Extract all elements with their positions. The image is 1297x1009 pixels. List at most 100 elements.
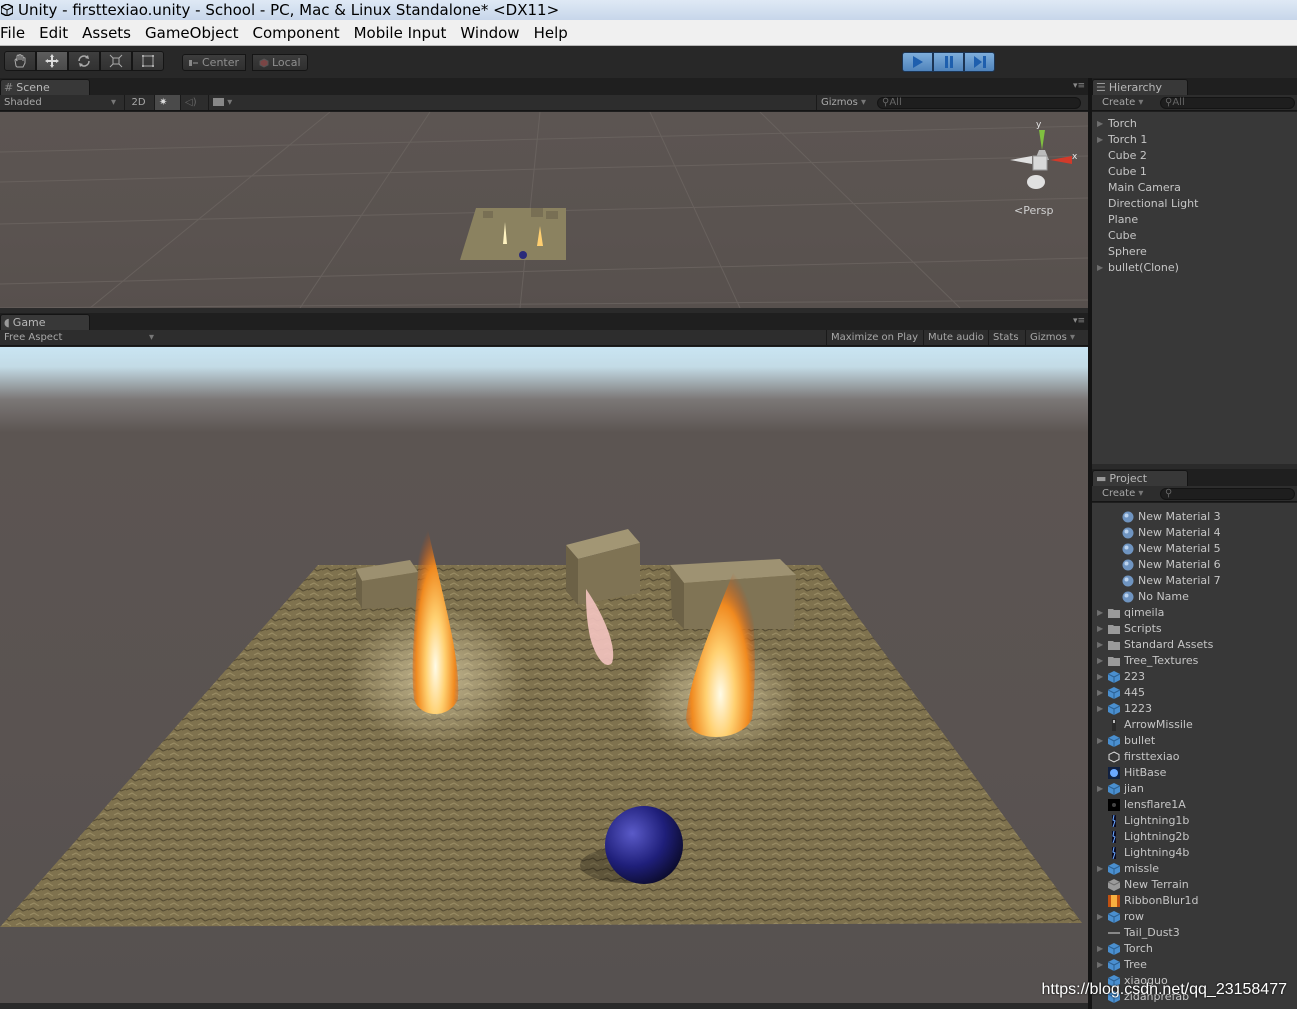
project-item[interactable]: New Material 6 (1092, 557, 1297, 573)
menu-help[interactable]: Help (527, 20, 575, 46)
project-item[interactable]: Lightning2b (1092, 829, 1297, 845)
scene-lighting-toggle[interactable]: ✷ (154, 95, 180, 110)
hierarchy-search-input[interactable]: ⚲All (1160, 97, 1295, 109)
hierarchy-item[interactable]: Directional Light (1092, 196, 1297, 212)
mode-2d-toggle[interactable]: 2D (124, 95, 152, 110)
project-item[interactable]: RibbonBlur1d (1092, 893, 1297, 909)
expand-arrow-icon[interactable]: ▶ (1097, 116, 1103, 132)
project-item[interactable]: No Name (1092, 589, 1297, 605)
panel-divider[interactable] (0, 308, 1088, 313)
hierarchy-item[interactable]: Sphere (1092, 244, 1297, 260)
tab-scene[interactable]: # Scene (0, 79, 90, 95)
project-search-input[interactable]: ⚲ (1160, 488, 1295, 500)
menu-file[interactable]: File (0, 20, 32, 46)
shading-mode-dropdown[interactable]: Shaded ▾ (0, 95, 120, 110)
scene-audio-toggle[interactable]: ◁) (180, 95, 208, 110)
project-item[interactable]: ▶ qimeila (1092, 605, 1297, 621)
expand-arrow-icon[interactable]: ▶ (1097, 669, 1103, 685)
project-item[interactable]: Tail_Dust3 (1092, 925, 1297, 941)
aspect-dropdown[interactable]: Free Aspect ▾ (0, 330, 158, 345)
panel-menu-icon[interactable]: ▾≡ (1073, 81, 1085, 91)
tab-game[interactable]: ◖ Game (0, 314, 90, 330)
game-view[interactable] (0, 347, 1088, 1003)
project-item[interactable]: New Material 5 (1092, 541, 1297, 557)
scale-tool-button[interactable] (100, 51, 132, 71)
hierarchy-item[interactable]: Cube 1 (1092, 164, 1297, 180)
play-button[interactable] (902, 52, 933, 72)
stats-toggle[interactable]: Stats (988, 330, 1023, 345)
expand-arrow-icon[interactable]: ▶ (1097, 605, 1103, 621)
expand-arrow-icon[interactable]: ▶ (1097, 733, 1103, 749)
menu-mobile-input[interactable]: Mobile Input (347, 20, 454, 46)
project-item[interactable]: New Material 3 (1092, 509, 1297, 525)
project-item[interactable]: ▶ 223 (1092, 669, 1297, 685)
expand-arrow-icon[interactable]: ▶ (1097, 861, 1103, 877)
project-item[interactable]: ▶ Tree_Textures (1092, 653, 1297, 669)
project-item[interactable]: Lightning4b (1092, 845, 1297, 861)
hierarchy-item[interactable]: Main Camera (1092, 180, 1297, 196)
expand-arrow-icon[interactable]: ▶ (1097, 685, 1103, 701)
hierarchy-item[interactable]: Plane (1092, 212, 1297, 228)
hierarchy-item[interactable]: ▶ bullet(Clone) (1092, 260, 1297, 276)
project-item[interactable]: ▶ Torch (1092, 941, 1297, 957)
hand-tool-button[interactable] (4, 51, 36, 71)
project-item[interactable]: New Terrain (1092, 877, 1297, 893)
project-item[interactable]: ▶ 445 (1092, 685, 1297, 701)
project-item[interactable]: HitBase (1092, 765, 1297, 781)
menu-edit[interactable]: Edit (32, 20, 75, 46)
scene-effects-dropdown[interactable]: ▾ (208, 95, 242, 110)
project-item[interactable]: ▶ bullet (1092, 733, 1297, 749)
pause-button[interactable] (933, 52, 964, 72)
panel-menu-icon[interactable]: ▾≡ (1073, 316, 1085, 326)
scene-cube-2[interactable] (546, 211, 558, 219)
project-item[interactable]: ▶ Scripts (1092, 621, 1297, 637)
hierarchy-create-dropdown[interactable]: Create ▾ (1098, 95, 1147, 110)
expand-arrow-icon[interactable]: ▶ (1097, 637, 1103, 653)
panel-divider[interactable] (1092, 464, 1297, 469)
menu-component[interactable]: Component (246, 20, 347, 46)
mute-audio-toggle[interactable]: Mute audio (923, 330, 988, 345)
rotate-tool-button[interactable] (68, 51, 100, 71)
tab-project[interactable]: ▬ Project (1092, 470, 1188, 486)
expand-arrow-icon[interactable]: ▶ (1097, 701, 1103, 717)
panel-divider[interactable] (1088, 78, 1092, 1009)
menu-gameobject[interactable]: GameObject (138, 20, 246, 46)
pivot-space-toggle[interactable]: Local (252, 54, 308, 71)
project-item[interactable]: lensflare1A (1092, 797, 1297, 813)
project-item[interactable]: ▶ missle (1092, 861, 1297, 877)
expand-arrow-icon[interactable]: ▶ (1097, 957, 1103, 973)
hierarchy-item[interactable]: Cube 2 (1092, 148, 1297, 164)
scene-orientation-gizmo[interactable]: y x <Persp (1006, 120, 1078, 217)
project-item[interactable]: ▶ 1223 (1092, 701, 1297, 717)
scene-view[interactable]: y x <Persp (0, 112, 1088, 308)
project-item[interactable]: ▶ Standard Assets (1092, 637, 1297, 653)
expand-arrow-icon[interactable]: ▶ (1097, 132, 1103, 148)
project-item[interactable]: New Material 4 (1092, 525, 1297, 541)
scene-search-input[interactable]: ⚲All (877, 97, 1081, 109)
expand-arrow-icon[interactable]: ▶ (1097, 909, 1103, 925)
cube-middle[interactable] (566, 529, 640, 605)
maximize-on-play-toggle[interactable]: Maximize on Play (826, 330, 922, 345)
menu-window[interactable]: Window (453, 20, 526, 46)
scene-gizmos-dropdown[interactable]: Gizmos ▾ (816, 95, 872, 110)
pivot-center-toggle[interactable]: Center (182, 54, 247, 71)
persp-label[interactable]: <Persp (1014, 204, 1053, 217)
rect-tool-button[interactable] (132, 51, 164, 71)
hierarchy-item[interactable]: Cube (1092, 228, 1297, 244)
project-item[interactable]: ▶ row (1092, 909, 1297, 925)
project-item[interactable]: ▶ Tree (1092, 957, 1297, 973)
game-gizmos-dropdown[interactable]: Gizmos ▾ (1025, 330, 1083, 345)
menu-assets[interactable]: Assets (75, 20, 138, 46)
project-create-dropdown[interactable]: Create ▾ (1098, 486, 1147, 501)
expand-arrow-icon[interactable]: ▶ (1097, 941, 1103, 957)
expand-arrow-icon[interactable]: ▶ (1097, 653, 1103, 669)
project-item[interactable]: ▶ jian (1092, 781, 1297, 797)
scene-sphere[interactable] (519, 251, 527, 259)
step-button[interactable] (964, 52, 995, 72)
expand-arrow-icon[interactable]: ▶ (1097, 621, 1103, 637)
hierarchy-item[interactable]: ▶ Torch 1 (1092, 132, 1297, 148)
scene-cube[interactable] (483, 211, 493, 218)
move-tool-button[interactable] (36, 51, 68, 71)
tab-hierarchy[interactable]: ☰ Hierarchy (1092, 79, 1188, 95)
expand-arrow-icon[interactable]: ▶ (1097, 781, 1103, 797)
